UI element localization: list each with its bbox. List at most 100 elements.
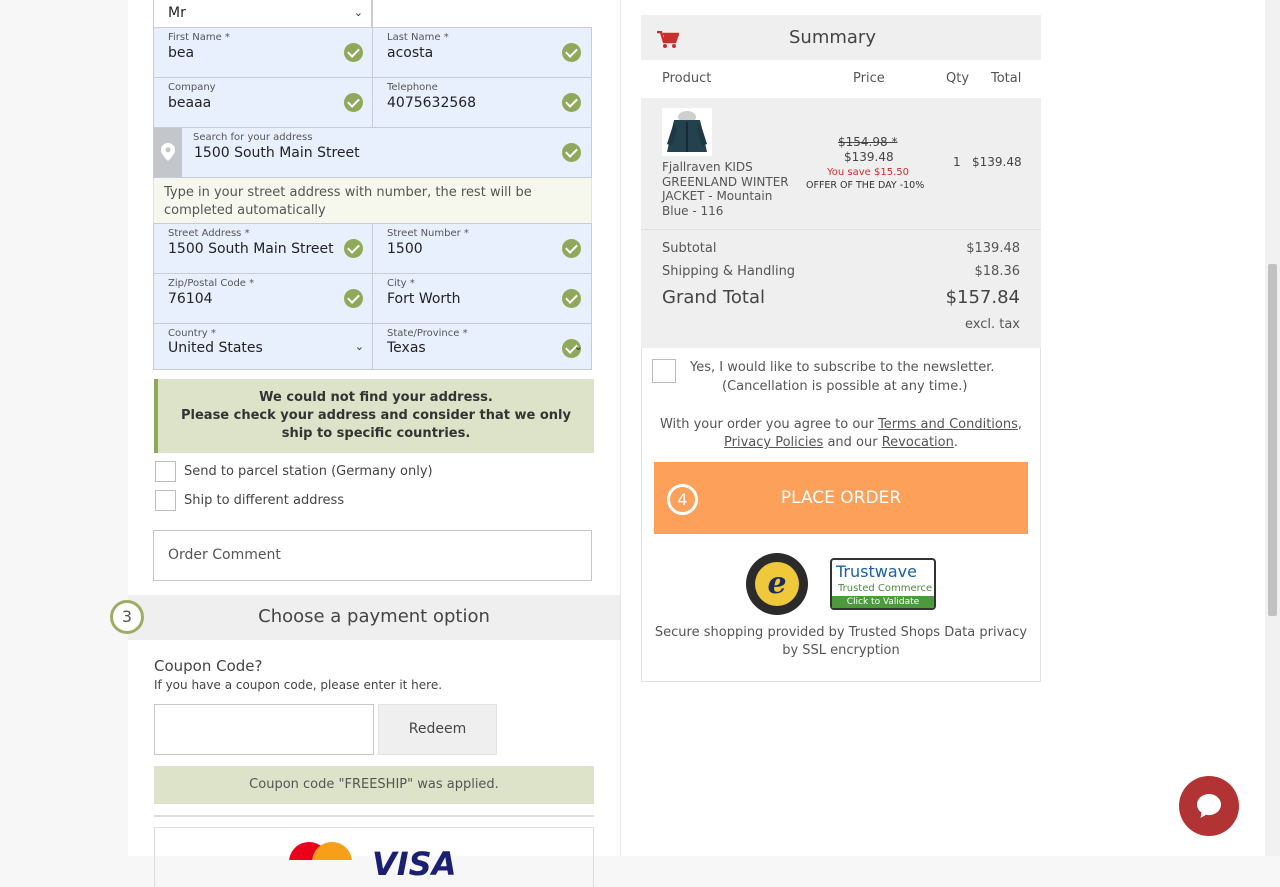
trustwave-cta-text: Click to Validate xyxy=(846,597,920,607)
header-qty: Qty xyxy=(946,71,970,86)
company-label: Company xyxy=(168,82,216,93)
first-name-field[interactable]: First Name * bea xyxy=(153,27,373,78)
summary-item-row: Fjallraven KIDS GREENLAND WINTER JACKET … xyxy=(641,98,1041,230)
coupon-title: Coupon Code? xyxy=(154,657,263,675)
header-price: Price xyxy=(853,71,885,86)
jacket-image-icon xyxy=(667,111,707,152)
company-value: beaaa xyxy=(168,95,212,111)
old-price: $154.98 * xyxy=(838,135,898,149)
city-label: City * xyxy=(387,278,415,289)
redeem-button[interactable]: Redeem xyxy=(378,704,497,755)
trustwave-cta: Click to Validate xyxy=(832,596,934,608)
trust-line: Secure shopping provided by Trusted Shop… xyxy=(654,625,1028,658)
place-order-label: PLACE ORDER xyxy=(780,488,902,508)
country-value: United States xyxy=(168,340,263,356)
summary-header: Summary xyxy=(641,15,1041,60)
ship-different-checkbox[interactable] xyxy=(155,490,176,511)
trusted-shops-badge[interactable]: e TRUSTED SHOPS GUARANTEE xyxy=(746,553,808,615)
address-search-field[interactable]: Search for your address 1500 South Main … xyxy=(153,127,592,178)
newsletter-line-1: Yes, I would like to subscribe to the ne… xyxy=(690,360,995,375)
check-icon xyxy=(562,289,581,308)
savings-text: You save $15.50 xyxy=(827,167,909,178)
check-icon xyxy=(562,43,581,62)
grand-total-label: Grand Total xyxy=(662,287,765,308)
country-label: Country * xyxy=(168,328,216,339)
trusted-shops-letter: e xyxy=(767,566,787,601)
salutation-value: Mr xyxy=(168,5,186,21)
first-name-label: First Name * xyxy=(168,32,230,43)
first-name-value: bea xyxy=(168,45,195,61)
shipping-label: Shipping & Handling xyxy=(662,264,796,279)
scrollbar-thumb[interactable] xyxy=(1268,264,1277,616)
state-label: State/Province * xyxy=(387,328,468,339)
alert-line-2: Please check your address and consider t… xyxy=(181,408,571,441)
telephone-field[interactable]: Telephone 4075632568 xyxy=(372,77,592,128)
state-select[interactable]: State/Province * Texas ⌄ xyxy=(372,323,592,370)
telephone-label: Telephone xyxy=(387,82,438,93)
last-name-field[interactable]: Last Name * acosta xyxy=(372,27,592,78)
trusted-shops-ring-text: TRUSTED SHOPS GUARANTEE xyxy=(746,553,761,554)
newsletter-line-2: (Cancellation is possible at any time.) xyxy=(722,379,968,394)
map-pin-icon xyxy=(161,143,175,161)
company-field[interactable]: Company beaaa xyxy=(153,77,373,128)
zip-label: Zip/Postal Code * xyxy=(168,278,255,289)
terms-link[interactable]: Terms and Conditions xyxy=(878,417,1018,432)
revocation-link[interactable]: Revocation xyxy=(882,435,954,450)
page-scrollbar[interactable] xyxy=(1265,0,1280,856)
order-comment-input[interactable]: Order Comment xyxy=(153,530,592,581)
check-icon xyxy=(562,143,581,162)
payment-section-header: Choose a payment option xyxy=(128,595,620,640)
address-search-label: Search for your address xyxy=(193,132,313,143)
place-order-button[interactable]: 4 PLACE ORDER xyxy=(654,462,1028,534)
trustwave-badge[interactable]: Trustwave Trusted Commerce Click to Vali… xyxy=(830,558,936,610)
trusted-shops-inner: e xyxy=(755,562,799,606)
last-name-label: Last Name * xyxy=(387,32,449,43)
parcel-station-checkbox[interactable] xyxy=(155,461,176,482)
coupon-input[interactable] xyxy=(154,704,374,755)
product-thumbnail[interactable] xyxy=(662,108,712,156)
subtotal-label: Subtotal xyxy=(662,241,717,256)
check-icon xyxy=(344,93,363,112)
redeem-button-label: Redeem xyxy=(408,721,467,737)
ship-different-label: Ship to different address xyxy=(184,493,345,508)
salutation-spacer xyxy=(372,0,592,28)
parcel-station-label: Send to parcel station (Germany only) xyxy=(184,464,433,479)
salutation-select[interactable]: Mr ⌄ xyxy=(153,0,372,28)
offer-text: OFFER OF THE DAY -10% xyxy=(806,180,925,191)
coupon-applied-text: Coupon code "FREESHIP" was applied. xyxy=(249,777,499,792)
check-icon xyxy=(344,289,363,308)
agree-prefix: With your order you agree to our xyxy=(659,417,874,432)
check-icon xyxy=(344,239,363,258)
street-number-field[interactable]: Street Number * 1500 xyxy=(372,223,592,274)
order-comment-placeholder: Order Comment xyxy=(168,547,281,563)
trustwave-title: Trustwave xyxy=(836,562,917,581)
newsletter-checkbox[interactable] xyxy=(652,359,676,383)
privacy-link[interactable]: Privacy Policies xyxy=(724,435,823,450)
payment-methods-box[interactable]: VISA xyxy=(154,815,594,887)
chevron-down-icon: ⌄ xyxy=(354,340,364,353)
street-number-value: 1500 xyxy=(387,241,423,257)
check-icon xyxy=(562,239,581,258)
shipping-value: $18.36 xyxy=(974,264,1021,279)
check-icon xyxy=(562,93,581,112)
chat-bubble-icon xyxy=(1197,794,1221,818)
summary-table-header: Product Price Qty Total xyxy=(641,60,1041,98)
street-address-value: 1500 South Main Street xyxy=(168,241,334,257)
chevron-down-icon: ⌄ xyxy=(353,6,363,19)
zip-field[interactable]: Zip/Postal Code * 76104 xyxy=(153,273,373,324)
chat-button[interactable] xyxy=(1179,776,1239,836)
tax-note: excl. tax xyxy=(964,317,1020,332)
street-address-field[interactable]: Street Address * 1500 South Main Street xyxy=(153,223,373,274)
check-icon xyxy=(344,43,363,62)
country-select[interactable]: Country * United States ⌄ xyxy=(153,323,373,370)
summary-title: Summary xyxy=(789,27,876,48)
product-name[interactable]: Fjallraven KIDS GREENLAND WINTER JACKET … xyxy=(662,160,802,218)
address-not-found-alert: We could not find your address. Please c… xyxy=(154,379,594,453)
city-field[interactable]: City * Fort Worth xyxy=(372,273,592,324)
step-3-number: 3 xyxy=(121,607,133,626)
header-total: Total xyxy=(991,71,1022,86)
subtotal-value: $139.48 xyxy=(966,241,1020,256)
zip-value: 76104 xyxy=(168,291,213,307)
city-value: Fort Worth xyxy=(387,291,461,307)
alert-line-1: We could not find your address. xyxy=(259,390,493,405)
